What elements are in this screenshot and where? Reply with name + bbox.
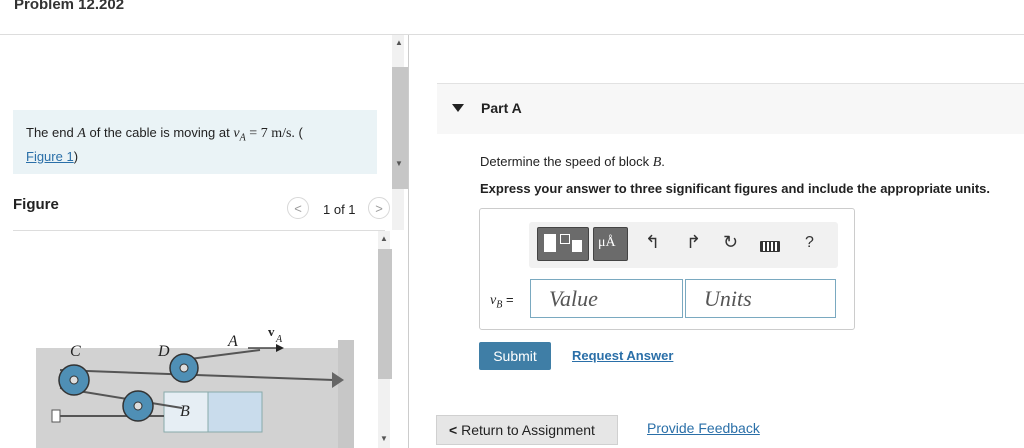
figure-pager: 1 of 1 [323, 202, 356, 217]
templates-button[interactable] [537, 227, 589, 261]
next-figure-button[interactable]: > [368, 197, 390, 219]
var-b: B [652, 155, 662, 170]
velocity-value: = 7 m/s. [249, 126, 295, 141]
return-label: Return to Assignment [461, 422, 595, 438]
figure-link[interactable]: Figure 1 [26, 149, 74, 164]
paren: ) [73, 148, 79, 164]
question-prefix: Determine the speed of block [480, 154, 650, 169]
request-answer-link[interactable]: Request Answer [572, 348, 673, 363]
question-text: Determine the speed of block B. [480, 154, 665, 171]
units-input[interactable]: Units [685, 279, 836, 318]
statement-text: of the cable is moving at [89, 125, 230, 140]
label-b: B [180, 403, 190, 420]
panel-divider [408, 35, 409, 448]
chevron-left-icon: < [449, 422, 458, 438]
var-a: A [77, 126, 86, 141]
value-input[interactable]: Value [530, 279, 683, 318]
submit-button[interactable]: Submit [479, 342, 551, 370]
chevron-left-icon: < [294, 201, 302, 216]
scroll-down-icon[interactable]: ▼ [380, 434, 388, 443]
figure-scrollbar[interactable]: ▲ ▼ [378, 231, 392, 448]
label-d: D [157, 343, 170, 360]
label-a: A [227, 333, 238, 350]
reset-icon[interactable]: ↻ [723, 232, 738, 253]
scroll-up-icon[interactable]: ▲ [395, 38, 403, 47]
pulley-hub [179, 363, 189, 373]
undo-icon[interactable]: ↰ [645, 232, 660, 253]
pulley-figure: C D A v A B [36, 324, 354, 448]
statement-text: The end [26, 125, 74, 140]
pulley-hub [133, 401, 143, 411]
scroll-up-icon[interactable]: ▲ [380, 234, 388, 243]
template-icon [572, 240, 582, 252]
page-title: Problem 12.202 [14, 0, 125, 13]
part-a-header[interactable] [437, 83, 1024, 134]
redo-icon[interactable]: ↱ [686, 232, 701, 253]
template-icon [560, 234, 570, 244]
label-va-sub: A [275, 334, 283, 345]
template-icon [544, 234, 556, 252]
question-suffix: . [661, 154, 665, 169]
paren: ( [298, 125, 303, 140]
anchor [51, 409, 61, 423]
part-a-title: Part A [481, 100, 522, 116]
collapse-triangle-icon[interactable] [452, 104, 464, 112]
var-sub: A [239, 132, 246, 144]
equals-sign: = [505, 292, 514, 307]
upper-scrollbar[interactable]: ▲ ▼ [392, 35, 408, 230]
help-icon[interactable]: ? [805, 234, 814, 252]
label-va: v [268, 324, 275, 339]
problem-statement: The end A of the cable is moving at vA =… [26, 124, 366, 166]
mu-a-icon: μÅ [598, 235, 616, 250]
label-c: C [70, 343, 81, 360]
figure-heading: Figure [13, 196, 59, 213]
provide-feedback-link[interactable]: Provide Feedback [647, 420, 760, 436]
scroll-thumb[interactable] [392, 67, 408, 189]
answer-variable: vB = [490, 292, 514, 311]
chevron-right-icon: > [375, 201, 383, 216]
header-divider [0, 34, 1024, 35]
units-symbol-button[interactable]: μÅ [593, 227, 628, 261]
pulley-hub [69, 375, 79, 385]
keyboard-icon[interactable] [760, 241, 780, 252]
wall [338, 340, 354, 448]
return-to-assignment-button[interactable]: < Return to Assignment [436, 415, 618, 445]
instructions: Express your answer to three significant… [480, 181, 990, 196]
var-sub: B [496, 299, 503, 311]
scroll-thumb[interactable] [378, 249, 392, 379]
scroll-down-icon[interactable]: ▼ [395, 159, 403, 168]
figure-divider [13, 230, 385, 231]
prev-figure-button[interactable]: < [287, 197, 309, 219]
